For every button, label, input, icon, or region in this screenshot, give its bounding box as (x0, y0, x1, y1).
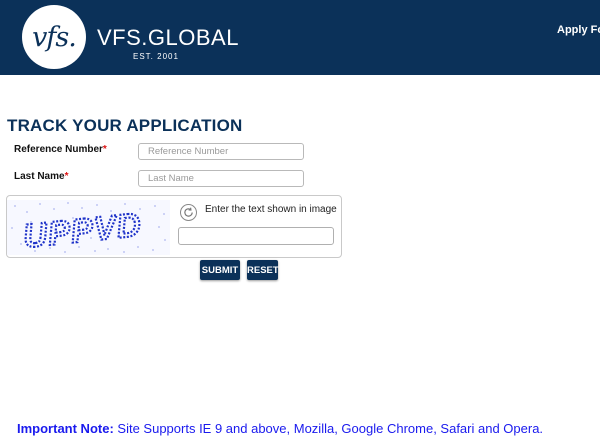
captcha-input[interactable] (178, 227, 334, 245)
refresh-icon[interactable] (180, 204, 197, 221)
apply-link[interactable]: Apply Fo (557, 24, 600, 36)
page-title: TRACK YOUR APPLICATION (7, 116, 243, 135)
captcha-instruction: Enter the text shown in image (205, 204, 337, 215)
reference-number-input[interactable] (138, 143, 304, 160)
site-header: vfs. VFS.GLOBAL EST. 2001 Apply Fo (0, 0, 600, 75)
required-mark: * (102, 144, 107, 155)
brand-est: EST. 2001 (133, 52, 179, 61)
important-note-heading: Important Note: (17, 421, 114, 436)
vfs-logo[interactable]: vfs. (22, 5, 86, 69)
captcha-graphic: UPPVD (11, 202, 166, 255)
reference-number-label-text: Reference Number (14, 144, 103, 155)
captcha-image: UPPVD (7, 200, 170, 255)
required-mark: * (64, 171, 69, 182)
reset-button[interactable]: RESET (247, 260, 279, 280)
refresh-icon-glyph (184, 207, 193, 217)
last-name-input[interactable] (138, 170, 304, 187)
important-note-text: Site Supports IE 9 and above, Mozilla, G… (117, 421, 544, 436)
last-name-label-text: Last Name (14, 171, 65, 182)
submit-button[interactable]: SUBMIT (200, 260, 240, 280)
logo-text: vfs. (32, 21, 77, 53)
captcha-text: UPPVD (21, 205, 143, 254)
reference-number-label: Reference Number* (14, 144, 107, 155)
brand-name: VFS.GLOBAL (97, 25, 239, 50)
important-note: Important Note: Site Supports IE 9 and a… (17, 421, 543, 436)
last-name-label: Last Name* (14, 171, 68, 182)
